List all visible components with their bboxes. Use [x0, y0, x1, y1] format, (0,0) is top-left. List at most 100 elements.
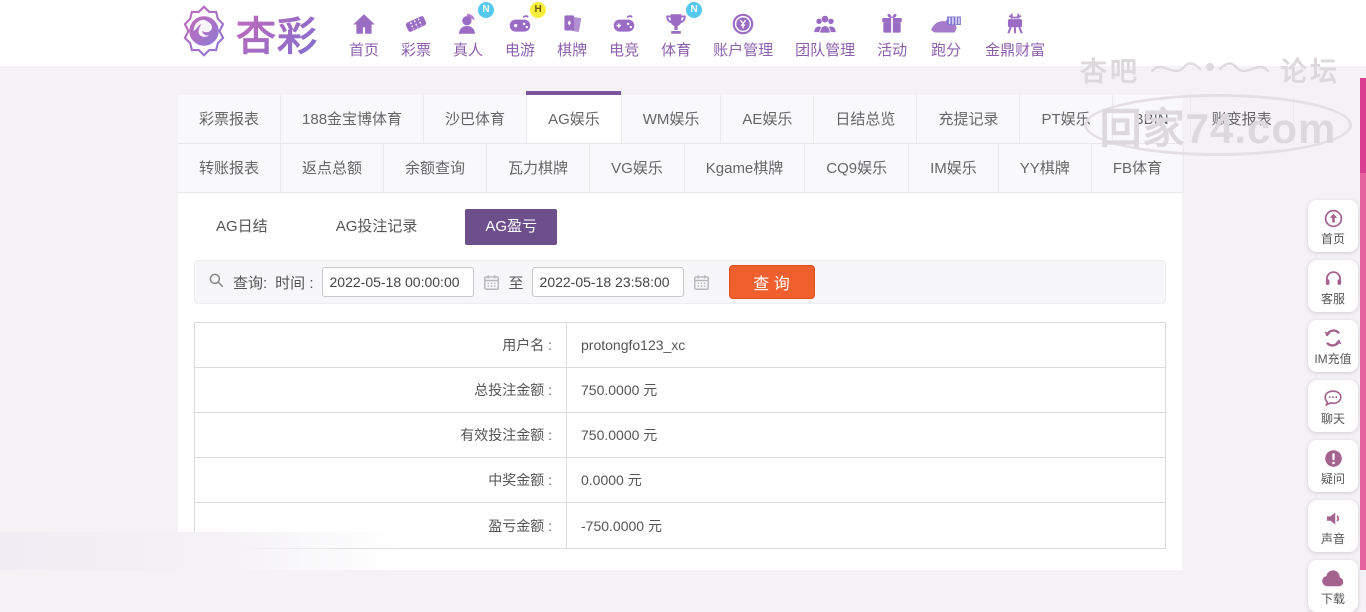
tab-row1-7[interactable]: 日结总览 [814, 95, 918, 143]
side-item-label: 聊天 [1320, 412, 1345, 426]
nav-item-label: 团队管理 [795, 41, 856, 59]
nav-item-label: 体育 [661, 41, 692, 59]
page-scrollbar[interactable] [1360, 78, 1366, 570]
search-icon [207, 271, 225, 293]
calendar-to-icon[interactable] [692, 273, 711, 292]
tab-row1-8[interactable]: 充提记录 [917, 95, 1021, 143]
side-item-question[interactable]: 疑问 [1308, 440, 1358, 492]
brand-logo[interactable]: 杏彩 [178, 4, 318, 62]
cloud-icon [1320, 567, 1347, 589]
row-label: 总投注金额 : [195, 368, 567, 412]
tab-row2-4[interactable]: 瓦力棋牌 [487, 144, 591, 192]
tab-row1-5[interactable]: WM娱乐 [622, 95, 722, 143]
table-row: 中奖金额 : 0.0000 元 [195, 458, 1165, 503]
query-label: 查询: [233, 274, 268, 292]
side-item-label: 客服 [1320, 292, 1345, 306]
side-item-label: 疑问 [1320, 472, 1345, 486]
table-row: 盈亏金额 : -750.0000 元 [195, 503, 1165, 548]
row-label: 盈亏金额 : [195, 503, 567, 548]
cards-icon [559, 7, 585, 37]
row-value: 750.0000 元 [581, 427, 658, 443]
brand-emblem-icon [178, 4, 230, 62]
row-value: 0.0000 元 [581, 472, 642, 488]
top-navigation-bar: 杏彩 首页 彩票 N 真人 H 电游 棋牌 电竞 N 体育 账户管理 团队管理 活动 跑分 金鼎财富 [0, 0, 1366, 66]
row-value: 750.0000 元 [581, 382, 658, 398]
side-item-customer-service[interactable]: 客服 [1308, 260, 1358, 312]
ticket-icon [403, 7, 429, 37]
side-item-home[interactable]: 首页 [1308, 200, 1358, 252]
date-to-input[interactable] [531, 267, 684, 297]
tab-row2-1[interactable]: 转账报表 [178, 144, 282, 192]
subtab-1[interactable]: AG日结 [196, 209, 288, 245]
calendar-from-icon[interactable] [482, 273, 501, 292]
exclamation-icon [1323, 447, 1344, 469]
gift-icon [879, 7, 905, 37]
nav-item-live-casino[interactable]: N 真人 [453, 1, 495, 60]
tab-row2-3[interactable]: 余额查询 [384, 144, 488, 192]
report-content-panel: 彩票报表 188金宝博体育 沙巴体育 AG娱乐 WM娱乐 AE娱乐 日结总览 充提记录 PT娱乐… [178, 91, 1294, 570]
tab-row1-11[interactable]: 账变报表 [1191, 95, 1294, 143]
scrollbar-thumb[interactable] [1360, 78, 1366, 173]
tab-row1-6[interactable]: AE娱乐 [721, 95, 815, 143]
tab-row1-3[interactable]: 沙巴体育 [424, 95, 528, 143]
tab-row2-9[interactable]: YY棋牌 [999, 144, 1092, 192]
nav-item-jinding-wealth[interactable]: 金鼎财富 [985, 7, 1045, 60]
tab-row1-2[interactable]: 188金宝博体育 [281, 95, 425, 143]
nav-item-sports[interactable]: N 体育 [661, 1, 703, 60]
nav-item-board-games[interactable]: 棋牌 [557, 7, 587, 60]
report-tabs-row2: 转账报表 返点总额 余额查询 瓦力棋牌 VG娱乐 Kgame棋牌 CQ9娱乐 IM娱乐 YY棋牌… [178, 144, 1184, 193]
row-label: 中奖金额 : [195, 458, 567, 502]
date-from-input[interactable] [321, 267, 474, 297]
headset-icon [1323, 267, 1344, 289]
side-item-download[interactable]: 下载 [1308, 560, 1358, 612]
tab-row1-10[interactable]: BBIN [1113, 95, 1191, 143]
tripod-icon [1002, 7, 1028, 37]
tab-row2-8[interactable]: IM娱乐 [909, 144, 999, 192]
nav-item-account-management[interactable]: 账户管理 [713, 7, 773, 60]
table-row: 用户名 : protongfo123_xc [195, 323, 1165, 368]
tab-row1-4[interactable]: AG娱乐 [526, 91, 622, 143]
nav-item-label: 电游 [505, 41, 536, 59]
side-item-im-recharge[interactable]: IM充值 [1308, 320, 1358, 372]
tab-row2-5[interactable]: VG娱乐 [590, 144, 685, 192]
nav-item-activities[interactable]: 活动 [877, 7, 907, 60]
query-bar: 查询: 时间 : 至 查 询 [194, 260, 1166, 304]
nav-item-paofen[interactable]: 跑分 [929, 7, 963, 60]
main-nav: 首页 彩票 N 真人 H 电游 棋牌 电竞 N 体育 账户管理 团队管理 活动 跑分 金鼎财富 [338, 1, 1056, 60]
side-item-chat[interactable]: 聊天 [1308, 380, 1358, 432]
nav-item-label: 活动 [877, 41, 908, 59]
side-item-sound[interactable]: 声音 [1308, 500, 1358, 552]
nav-item-label: 电竞 [609, 41, 640, 59]
speaker-icon [1323, 507, 1344, 529]
nav-item-e-games[interactable]: H 电游 [505, 1, 547, 60]
table-row: 有效投注金额 : 750.0000 元 [195, 413, 1165, 458]
im-recharge-icon [1322, 327, 1344, 349]
tab-row1-9[interactable]: PT娱乐 [1020, 95, 1113, 143]
tab-row2-6[interactable]: Kgame棋牌 [685, 144, 806, 192]
side-item-label: 首页 [1320, 232, 1345, 246]
nav-item-label: 首页 [349, 41, 380, 59]
nav-item-label: 跑分 [931, 41, 962, 59]
chat-bubble-icon [1322, 387, 1344, 409]
nav-item-team-management[interactable]: 团队管理 [795, 7, 855, 60]
query-submit-button[interactable]: 查 询 [728, 265, 815, 299]
brand-title: 杏彩 [236, 4, 318, 62]
row-label: 用户名 : [195, 323, 567, 367]
subtab-3[interactable]: AG盈亏 [465, 209, 558, 245]
nav-item-home[interactable]: 首页 [349, 7, 379, 60]
subtab-2[interactable]: AG投注记录 [316, 209, 438, 245]
floating-tool-rail: 首页客服 IM充值聊天疑问声音下载 [1308, 200, 1358, 612]
table-row: 总投注金额 : 750.0000 元 [195, 368, 1165, 413]
tab-row2-2[interactable]: 返点总额 [281, 144, 385, 192]
tab-row1-1[interactable]: 彩票报表 [178, 95, 282, 143]
tab-row2-10[interactable]: FB体育 [1092, 144, 1184, 192]
paofen-icon [929, 7, 963, 37]
row-value: protongfo123_xc [581, 337, 686, 353]
home-icon [351, 7, 377, 37]
nav-item-label: 账户管理 [713, 41, 774, 59]
nav-item-lottery[interactable]: 彩票 [401, 7, 431, 60]
nav-item-e-sports[interactable]: 电竞 [609, 7, 639, 60]
tab-row2-7[interactable]: CQ9娱乐 [805, 144, 910, 192]
side-item-label: 声音 [1320, 532, 1345, 546]
nav-item-label: 真人 [453, 41, 484, 59]
